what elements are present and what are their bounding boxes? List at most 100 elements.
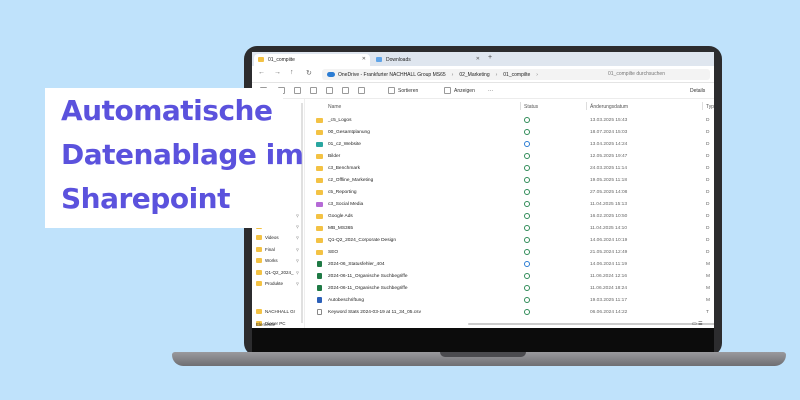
file-type: D <box>706 238 710 243</box>
pin-icon[interactable]: ⚲ <box>296 270 299 275</box>
sidebar-item[interactable]: Final ⚲ <box>256 247 299 252</box>
sidebar-scrollbar[interactable] <box>301 103 303 323</box>
column-header-type[interactable]: Typ <box>706 104 714 110</box>
pin-icon[interactable]: ⚲ <box>296 281 299 286</box>
file-date: 24.03.2025 11:14 <box>590 166 627 171</box>
sidebar-item[interactable]: Videos ⚲ <box>256 235 299 240</box>
forward-icon[interactable]: → <box>274 69 281 76</box>
breadcrumb-segment[interactable]: 01_compilte <box>503 72 530 78</box>
file-type: D <box>706 226 710 231</box>
file-name: 00_Gesamtplanung <box>328 130 370 135</box>
file-type: D <box>706 250 710 255</box>
file-name: c2_Offline_Marketing <box>328 178 374 183</box>
column-divider[interactable] <box>520 102 521 110</box>
file-date: 11.06.2024 18:24 <box>590 286 627 291</box>
sidebar-item[interactable]: Produkte ⚲ <box>256 281 299 286</box>
new-tab-button[interactable]: + <box>488 54 492 61</box>
sort-icon[interactable] <box>388 87 395 94</box>
view-button[interactable]: Anzeigen <box>454 88 475 94</box>
close-icon[interactable]: ✕ <box>362 56 366 62</box>
file-row[interactable]: c5_Reporting 27.05.2025 14:08 D <box>308 187 714 198</box>
file-row[interactable]: 01_c2_Website 13.04.2025 14:24 D <box>308 139 714 150</box>
file-type: D <box>706 118 710 123</box>
sidebar-item[interactable]: NACHHALL Gr <box>256 309 295 314</box>
file-name: Google Ads <box>328 214 353 219</box>
file-date: 11.04.2025 14:10 <box>590 226 627 231</box>
pin-icon[interactable]: ⚲ <box>296 213 299 218</box>
search-input[interactable]: 01_compilte durchsuchen <box>604 69 710 80</box>
pin-icon[interactable]: ⚲ <box>296 247 299 252</box>
breadcrumb-segment[interactable]: OneDrive - Frankfurter NACHHALL Group MS… <box>338 72 446 78</box>
file-date: 27.05.2025 14:08 <box>590 190 628 195</box>
rename-icon[interactable] <box>326 87 333 94</box>
sidebar-item[interactable]: Q1-Q2_2024_ ⚲ <box>256 270 299 275</box>
file-name: Bilder <box>328 154 341 159</box>
file-row[interactable]: 2024-06-11_Organische Suchbegriffe 11.06.… <box>308 271 714 282</box>
pin-icon[interactable]: ⚲ <box>296 235 299 240</box>
scrollbar-thumb[interactable] <box>468 323 714 325</box>
folder-icon <box>316 130 323 135</box>
file-name: c3_Benchmark <box>328 166 360 171</box>
folder-icon <box>316 142 323 147</box>
file-row[interactable]: Autobeschriftung 19.03.2025 11:17 M <box>308 295 714 306</box>
file-row[interactable]: MB_MS365 11.04.2025 14:10 D <box>308 223 714 234</box>
more-button[interactable]: ··· <box>488 88 493 94</box>
paste-icon[interactable] <box>310 87 317 94</box>
view-toggle[interactable]: ▭ ☰ <box>692 321 703 327</box>
sidebar-item-label: Works <box>265 258 278 263</box>
file-row[interactable]: Bilder 12.05.2025 19:47 D <box>308 151 714 162</box>
file-name: 2024-06-11_Organische Suchbegriffe <box>328 286 408 291</box>
file-row[interactable]: c3_Benchmark 24.03.2025 11:14 D <box>308 163 714 174</box>
folder-icon <box>258 57 264 62</box>
file-type: T <box>706 310 709 315</box>
file-row[interactable]: 00_Gesamtplanung 18.07.2024 15:03 D <box>308 127 714 138</box>
view-icon[interactable] <box>444 87 451 94</box>
folder-icon <box>316 250 323 255</box>
horizontal-scrollbar[interactable] <box>308 322 714 327</box>
column-header-name[interactable]: Name <box>328 104 341 110</box>
file-row[interactable]: Q1-Q2_2024_Corporate Design 14.06.2024 10… <box>308 235 714 246</box>
breadcrumb[interactable]: OneDrive - Frankfurter NACHHALL Group MS… <box>322 69 620 80</box>
breadcrumb-segment[interactable]: 02_Marketing <box>459 72 489 78</box>
file-row[interactable]: Google Ads 16.02.2025 10:50 D <box>308 211 714 222</box>
pin-icon[interactable]: ⚲ <box>296 258 299 263</box>
sidebar-item-label: Produkte <box>265 281 284 286</box>
tab-bar: 01_compiite ✕ Downloads ✕ + <box>252 52 714 66</box>
copy-icon[interactable] <box>294 87 301 94</box>
sync-status-icon <box>524 285 530 291</box>
explorer-window: 01_compiite ✕ Downloads ✕ + ← → ↑ ↻ OneD… <box>252 52 714 328</box>
file-row[interactable]: _c5_Logos 13.03.2025 15:43 D <box>308 115 714 126</box>
address-bar: ← → ↑ ↻ OneDrive - Frankfurter NACHHALL … <box>252 66 714 83</box>
tab-01-compiite[interactable]: 01_compiite ✕ <box>254 54 370 66</box>
file-type: D <box>706 190 710 195</box>
share-icon[interactable] <box>342 87 349 94</box>
file-name: Autobeschriftung <box>328 298 365 303</box>
file-row[interactable]: 2024-06-11_Organische Suchbegriffe 11.06.… <box>308 283 714 294</box>
file-name: c5_Reporting <box>328 190 357 195</box>
up-icon[interactable]: ↑ <box>290 69 294 76</box>
file-name: 2024-06-11_Organische Suchbegriffe <box>328 274 408 279</box>
column-divider[interactable] <box>586 102 587 110</box>
pin-icon[interactable]: ⚲ <box>296 224 299 229</box>
file-date: 13.04.2025 14:24 <box>590 142 628 147</box>
details-button[interactable]: Details <box>690 88 705 94</box>
column-divider[interactable] <box>702 102 703 110</box>
delete-icon[interactable] <box>358 87 365 94</box>
file-row[interactable]: Keyword Stats 2024-03-19 at 11_34_05.csv… <box>308 307 714 318</box>
refresh-icon[interactable]: ↻ <box>306 69 312 77</box>
file-row[interactable]: c2_Offline_Marketing 19.05.2025 11:18 D <box>308 175 714 186</box>
file-row[interactable]: c3_Social Media 11.04.2025 15:13 D <box>308 199 714 210</box>
column-header-date[interactable]: Änderungsdatum <box>590 104 628 110</box>
close-icon[interactable]: ✕ <box>476 56 480 62</box>
laptop-chin <box>252 328 714 352</box>
folder-icon <box>316 190 323 195</box>
file-row[interactable]: SEO 21.05.2024 12:49 D <box>308 247 714 258</box>
sort-button[interactable]: Sortieren <box>398 88 418 94</box>
chevron-right-icon: › <box>495 71 498 78</box>
column-header-status[interactable]: Status <box>524 104 538 110</box>
back-icon[interactable]: ← <box>258 69 265 76</box>
file-row[interactable]: 2024-06_Statusfehler_404 14.06.2024 11:19… <box>308 259 714 270</box>
tab-downloads[interactable]: Downloads ✕ <box>372 54 484 66</box>
sidebar-item[interactable]: Works ⚲ <box>256 258 299 263</box>
file-date: 13.03.2025 15:43 <box>590 118 628 123</box>
